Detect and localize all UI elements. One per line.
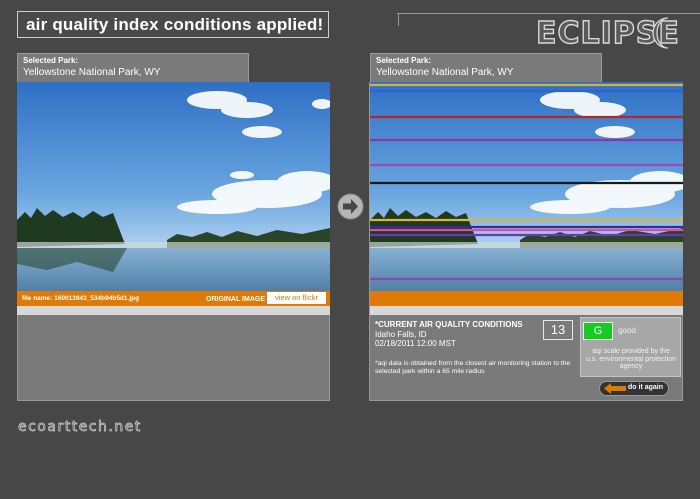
aqi-data-note: *aqi data is obtained from the closest a… bbox=[375, 360, 571, 375]
arrow-left-icon[interactable] bbox=[604, 383, 626, 394]
view-on-flickr-button[interactable]: view on flickr bbox=[267, 292, 326, 304]
selected-park-name: Yellowstone National Park, WY bbox=[376, 67, 514, 78]
aqi-value: 13 bbox=[543, 320, 573, 340]
conditions-title: *CURRENT AIR QUALITY CONDITIONS bbox=[375, 320, 523, 329]
aqi-grade-text: good bbox=[618, 326, 636, 335]
selected-park-label-right: Selected Park: Yellowstone National Park… bbox=[370, 53, 602, 83]
header-divider-tick bbox=[398, 14, 399, 26]
selected-park-heading: Selected Park: bbox=[376, 56, 432, 65]
conditions-location: Idaho Falls, ID bbox=[375, 330, 427, 339]
page-title: air quality index conditions applied! bbox=[26, 15, 324, 34]
modified-info-bar bbox=[370, 291, 683, 306]
original-park-photo bbox=[17, 82, 330, 291]
do-it-again-label[interactable]: do it again bbox=[628, 384, 663, 391]
selected-park-heading: Selected Park: bbox=[23, 56, 79, 65]
header-divider bbox=[397, 13, 700, 14]
conditions-datetime: 02/18/2011 12:00 MST bbox=[375, 339, 456, 348]
modified-info-strip bbox=[370, 306, 683, 315]
aqi-scale-note: aqi scale provided by the u.s. environme… bbox=[586, 348, 676, 370]
selected-park-name: Yellowstone National Park, WY bbox=[23, 67, 161, 78]
title-banner: air quality index conditions applied! bbox=[17, 11, 329, 38]
selected-park-label: Selected Park: Yellowstone National Park… bbox=[17, 53, 249, 83]
original-image-label: ORIGINAL IMAGE bbox=[206, 296, 265, 303]
crescent-moon-icon bbox=[652, 17, 669, 49]
arrow-right-circle-icon bbox=[337, 193, 364, 220]
aqi-grade-badge: G bbox=[583, 322, 613, 340]
site-name: ecoarttech.net bbox=[18, 419, 142, 436]
aqi-modified-park-photo bbox=[370, 82, 683, 291]
image-info-strip bbox=[17, 306, 330, 315]
file-name: file name: 160013943_534b94b5d1.jpg bbox=[22, 295, 140, 302]
